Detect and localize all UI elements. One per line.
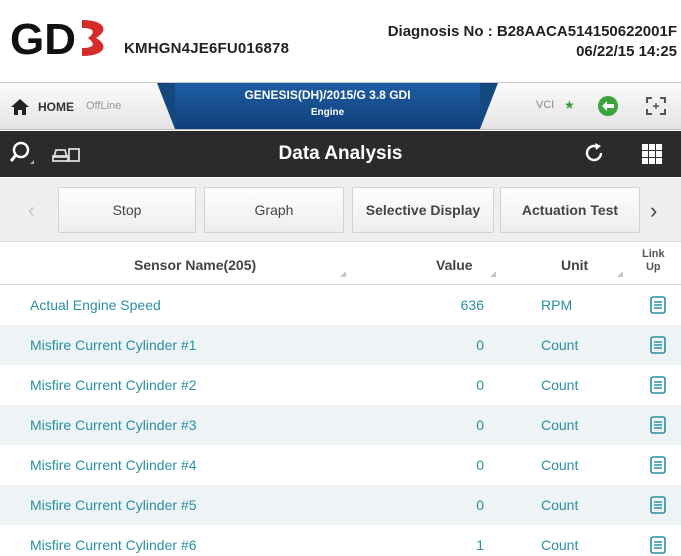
sensor-name: Misfire Current Cylinder #1 — [30, 337, 197, 353]
home-link[interactable]: HOME — [38, 100, 74, 114]
sensor-value: 636 — [460, 297, 484, 313]
vehicle-title: GENESIS(DH)/2015/G 3.8 GDI — [244, 88, 411, 102]
connection-icon[interactable] — [596, 94, 620, 118]
link-up-line2: Up — [645, 261, 661, 273]
sensor-value: 0 — [476, 457, 484, 473]
sensor-unit: Count — [541, 537, 579, 553]
link-up-icon[interactable] — [650, 536, 666, 554]
table-row[interactable]: Misfire Current Cylinder #5 0 Count — [0, 485, 681, 525]
column-header-link-up[interactable]: Link Up — [642, 248, 665, 274]
graph-button[interactable]: Graph — [204, 187, 344, 233]
fullscreen-icon[interactable] — [646, 97, 666, 115]
table-row[interactable]: Actual Engine Speed 636 RPM — [0, 285, 681, 325]
link-up-line1: Link — [642, 248, 665, 260]
vci-label: VCI — [536, 99, 555, 111]
table-row[interactable]: Misfire Current Cylinder #1 0 Count — [0, 325, 681, 365]
link-up-icon[interactable] — [650, 456, 666, 474]
sort-indicator-icon — [617, 271, 623, 277]
action-button-row: ‹ Stop Graph Selective Display Actuation… — [0, 178, 681, 242]
vci-status-icon: ★ — [564, 98, 575, 112]
link-up-icon[interactable] — [650, 336, 666, 354]
sensor-value: 1 — [476, 537, 484, 553]
data-analysis-toolbar: Data Analysis — [0, 131, 681, 177]
sensor-value: 0 — [476, 377, 484, 393]
sort-indicator-icon — [340, 271, 346, 277]
home-icon[interactable] — [10, 97, 30, 117]
toolbar-title: Data Analysis — [278, 143, 403, 164]
sensor-name: Misfire Current Cylinder #2 — [30, 377, 197, 393]
chevron-left-icon[interactable]: ‹ — [28, 200, 35, 223]
grid-menu-icon[interactable] — [641, 143, 663, 165]
sensor-unit: Count — [541, 377, 579, 393]
sensor-unit: RPM — [541, 297, 573, 313]
sensor-name: Misfire Current Cylinder #6 — [30, 537, 197, 553]
link-up-icon[interactable] — [650, 416, 666, 434]
svg-text:GD: GD — [10, 16, 76, 60]
sensor-unit: Count — [541, 417, 579, 433]
diagnosis-number: Diagnosis No : B28AACA514150622001F — [387, 23, 677, 40]
offline-status: OffLine — [86, 100, 122, 112]
column-header-sensor-name[interactable]: Sensor Name(205) — [134, 257, 256, 273]
sensor-name: Actual Engine Speed — [30, 297, 161, 313]
link-up-icon[interactable] — [650, 496, 666, 514]
refresh-icon[interactable] — [582, 141, 606, 165]
sensor-unit: Count — [541, 337, 579, 353]
sort-indicator-icon — [490, 271, 496, 277]
table-row[interactable]: Misfire Current Cylinder #4 0 Count — [0, 445, 681, 485]
diagnosis-info: Diagnosis No : B28AACA514150622001F 06/2… — [388, 22, 677, 62]
sensor-name: Misfire Current Cylinder #3 — [30, 417, 197, 433]
top-navbar: HOME OffLine GENESIS(DH)/2015/G 3.8 GDI … — [0, 82, 681, 130]
vehicle-info: GENESIS(DH)/2015/G 3.8 GDI Engine — [157, 83, 498, 129]
column-header-unit[interactable]: Unit — [561, 257, 588, 273]
stop-button[interactable]: Stop — [58, 187, 196, 233]
gds-logo: GD — [10, 16, 104, 60]
actuation-test-button[interactable]: Actuation Test — [500, 187, 640, 233]
table-row[interactable]: Misfire Current Cylinder #2 0 Count — [0, 365, 681, 405]
link-up-icon[interactable] — [650, 376, 666, 394]
sensor-unit: Count — [541, 497, 579, 513]
vin-number: KMHGN4JE6FU016878 — [124, 40, 290, 57]
sensor-value: 0 — [476, 417, 484, 433]
sensor-name: Misfire Current Cylinder #5 — [30, 497, 197, 513]
diagnosis-datetime: 06/22/15 14:25 — [576, 43, 677, 60]
table-row[interactable]: Misfire Current Cylinder #6 1 Count — [0, 525, 681, 556]
vehicle-system: Engine — [310, 107, 345, 118]
column-header-value[interactable]: Value — [436, 257, 473, 273]
sensor-unit: Count — [541, 457, 579, 473]
table-row[interactable]: Misfire Current Cylinder #3 0 Count — [0, 405, 681, 445]
sensor-name: Misfire Current Cylinder #4 — [30, 457, 197, 473]
link-up-icon[interactable] — [650, 296, 666, 314]
sensor-value: 0 — [476, 497, 484, 513]
sensor-value: 0 — [476, 337, 484, 353]
table-header: Sensor Name(205) Value Unit Link Up — [0, 243, 681, 285]
chevron-right-icon[interactable]: › — [650, 198, 657, 224]
header: GD KMHGN4JE6FU016878 Diagnosis No : B28A… — [0, 0, 681, 80]
selective-display-button[interactable]: Selective Display — [352, 187, 494, 233]
